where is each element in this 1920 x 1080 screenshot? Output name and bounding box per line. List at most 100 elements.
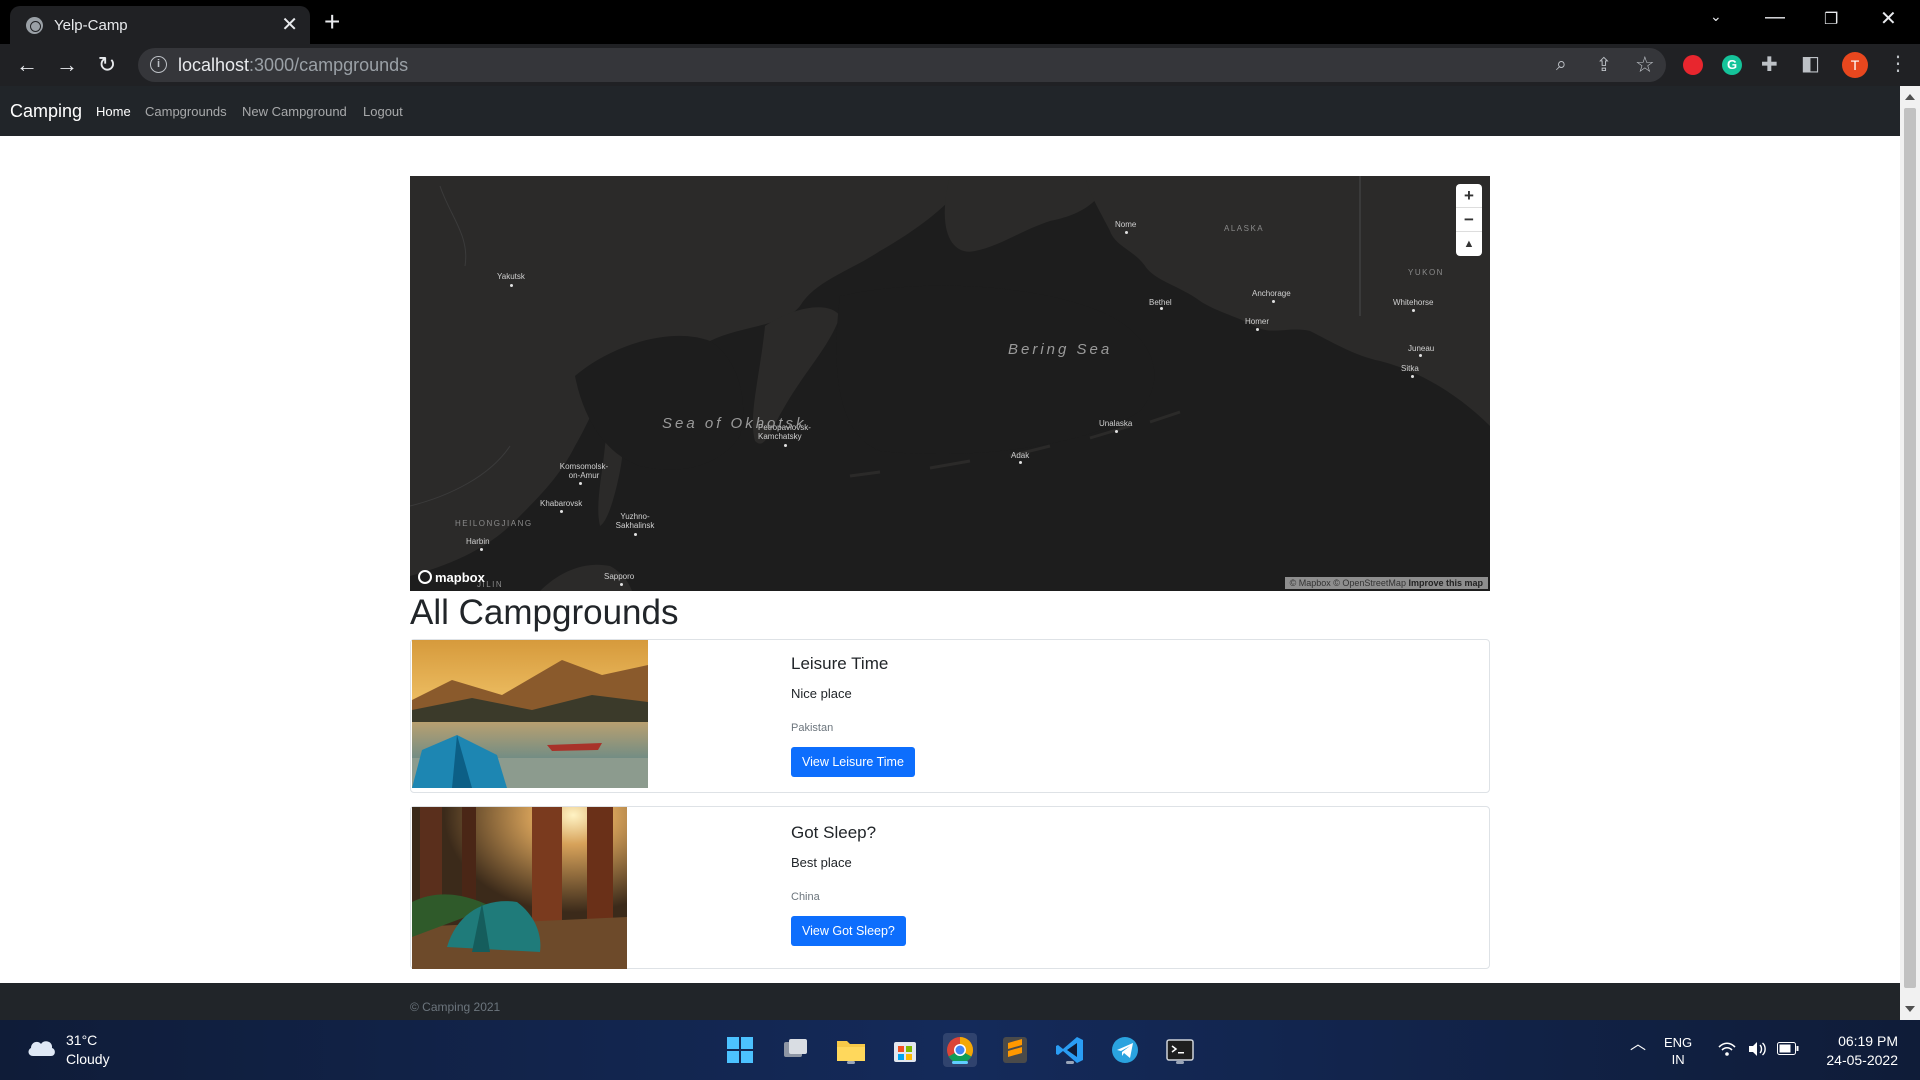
compass-reset-button[interactable]: ▲ — [1456, 232, 1482, 256]
volume-icon[interactable] — [1747, 1041, 1767, 1057]
campground-location: Pakistan — [791, 722, 834, 734]
zoom-out-button[interactable]: − — [1456, 208, 1482, 232]
chrome-taskbar-button[interactable] — [943, 1033, 977, 1067]
store-icon — [894, 1042, 916, 1062]
terminal-button[interactable] — [1163, 1033, 1197, 1067]
nav-link-campgrounds[interactable]: Campgrounds — [145, 104, 227, 119]
map-label-alaska: ALASKA — [1224, 224, 1265, 233]
map-marker[interactable] — [1419, 354, 1422, 357]
reload-button[interactable]: ↻ — [93, 52, 121, 78]
campground-card: Leisure Time Nice place Pakistan View Le… — [410, 639, 1490, 793]
map-marker[interactable] — [1019, 461, 1022, 464]
map-marker[interactable] — [1272, 300, 1275, 303]
close-tab-icon[interactable]: ✕ — [281, 12, 298, 37]
nav-link-new-campground[interactable]: New Campground — [242, 104, 347, 119]
start-button[interactable] — [723, 1033, 757, 1067]
navbar-brand[interactable]: Camping — [10, 101, 82, 122]
footer-copyright: © Camping 2021 — [410, 1000, 501, 1014]
map-label-bering-sea: Bering Sea — [1008, 341, 1113, 358]
map-marker[interactable] — [620, 583, 623, 586]
scroll-down-arrow-icon[interactable] — [1905, 1006, 1915, 1012]
file-explorer-button[interactable] — [834, 1033, 868, 1067]
cloud-weather-icon[interactable] — [26, 1036, 56, 1058]
map-label-anchorage: Anchorage — [1252, 289, 1291, 298]
map-label-khabarovsk: Khabarovsk — [540, 499, 583, 508]
view-campground-button[interactable]: View Got Sleep? — [791, 916, 906, 946]
forest-tent-photo — [412, 807, 627, 969]
task-view-button[interactable] — [778, 1033, 812, 1067]
map-marker[interactable] — [560, 510, 563, 513]
profile-avatar[interactable]: T — [1842, 52, 1868, 78]
show-hidden-icons-chevron-icon[interactable]: ︿ — [1630, 1036, 1646, 1053]
chrome-menu-icon[interactable]: ⋮ — [1888, 51, 1908, 76]
mapbox-logo-icon — [418, 570, 432, 584]
microsoft-store-button[interactable] — [888, 1033, 922, 1067]
clock-time: 06:19 PM — [1838, 1033, 1898, 1049]
map-marker[interactable] — [1125, 231, 1128, 234]
map-marker[interactable] — [634, 533, 637, 536]
telegram-icon — [1112, 1037, 1138, 1063]
campground-image — [412, 640, 648, 788]
system-clock[interactable]: 06:19 PM 24-05-2022 — [1826, 1032, 1898, 1070]
map-label-unalaska: Unalaska — [1099, 419, 1133, 428]
battery-icon[interactable] — [1777, 1042, 1799, 1055]
minimize-button[interactable]: — — [1765, 6, 1785, 29]
map-label-adak: Adak — [1011, 451, 1030, 460]
campground-description: Best place — [791, 855, 852, 870]
cluster-map[interactable]: Yakutsk Nome ALASKA YUKON Bethel Anchora… — [410, 176, 1490, 591]
bookmark-star-icon[interactable]: ☆ — [1635, 52, 1655, 78]
view-campground-button[interactable]: View Leisure Time — [791, 747, 915, 777]
map-marker[interactable] — [510, 284, 513, 287]
weather-description[interactable]: Cloudy — [66, 1051, 110, 1067]
mapbox-logo[interactable]: mapbox — [418, 570, 485, 585]
scrollbar-thumb[interactable] — [1904, 108, 1916, 988]
improve-map-link[interactable]: Improve this map — [1408, 578, 1483, 588]
extension-grammarly-icon[interactable]: G — [1722, 55, 1742, 75]
map-marker[interactable] — [480, 548, 483, 551]
extensions-puzzle-icon[interactable]: ✚ — [1761, 52, 1778, 77]
browser-toolbar: ← → ↻ i localhost:3000/campgrounds ⌕ ⇪ ☆… — [0, 44, 1920, 86]
map-marker[interactable] — [1115, 430, 1118, 433]
campground-description: Nice place — [791, 686, 852, 701]
scroll-up-arrow-icon[interactable] — [1905, 94, 1915, 100]
map-label-whitehorse: Whitehorse — [1393, 298, 1434, 307]
sublime-text-button[interactable] — [998, 1033, 1032, 1067]
telegram-button[interactable] — [1108, 1033, 1142, 1067]
wifi-icon[interactable] — [1718, 1042, 1736, 1057]
map-marker[interactable] — [579, 482, 582, 485]
map-marker[interactable] — [784, 444, 787, 447]
campground-title: Leisure Time — [791, 654, 889, 673]
map-marker[interactable] — [1256, 328, 1259, 331]
restore-button[interactable]: ❐ — [1824, 9, 1838, 29]
zoom-icon[interactable]: ⌕ — [1556, 54, 1567, 76]
vscode-button[interactable] — [1053, 1033, 1087, 1067]
share-icon[interactable]: ⇪ — [1596, 54, 1612, 77]
app-navbar: Camping Home Campgrounds New Campground … — [0, 86, 1900, 136]
weather-temperature[interactable]: 31°C — [66, 1032, 97, 1048]
tab-search-icon[interactable]: ⌄ — [1710, 8, 1722, 25]
site-info-icon[interactable]: i — [150, 56, 167, 73]
page-scrollbar[interactable] — [1900, 86, 1920, 1020]
new-tab-button[interactable]: + — [324, 6, 340, 38]
window-close-button[interactable]: ✕ — [1880, 6, 1897, 31]
forward-button[interactable]: → — [53, 52, 81, 78]
browser-tab[interactable]: Yelp-Camp ✕ — [10, 6, 310, 44]
side-panel-icon[interactable]: ◧ — [1801, 51, 1820, 76]
map-marker[interactable] — [1160, 307, 1163, 310]
windows-logo-icon — [727, 1037, 753, 1063]
back-button[interactable]: ← — [13, 52, 41, 78]
address-bar[interactable]: i localhost:3000/campgrounds ⌕ ⇪ ☆ — [138, 48, 1666, 82]
nav-link-home[interactable]: Home — [96, 104, 131, 119]
nav-link-logout[interactable]: Logout — [363, 104, 403, 119]
map-marker[interactable] — [1412, 309, 1415, 312]
map-label-bethel: Bethel — [1149, 298, 1172, 307]
card-body: Got Sleep? Best place China View Got Sle… — [791, 823, 906, 946]
language-indicator[interactable]: ENG IN — [1664, 1034, 1692, 1068]
active-indicator — [952, 1061, 968, 1064]
map-label-homer: Homer — [1245, 317, 1270, 326]
zoom-in-button[interactable]: + — [1456, 184, 1482, 208]
map-marker[interactable] — [1411, 375, 1414, 378]
tab-title: Yelp-Camp — [54, 17, 128, 34]
extension-adblock-icon[interactable] — [1683, 55, 1703, 75]
map-label-nome: Nome — [1115, 220, 1137, 229]
